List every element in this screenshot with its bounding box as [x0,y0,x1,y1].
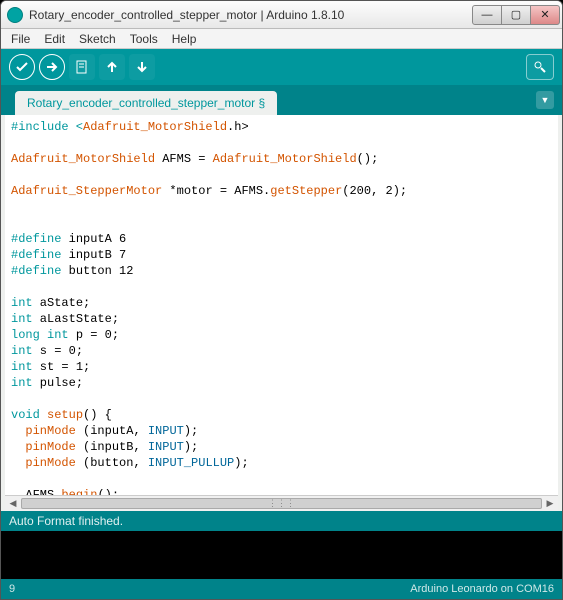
code-token: #define [11,232,61,246]
code-token: int [11,296,33,310]
title-bar[interactable]: Rotary_encoder_controlled_stepper_motor … [1,1,562,29]
code-token: ); [184,440,198,454]
file-new-icon [74,59,90,75]
arrow-right-icon [44,59,60,75]
menu-edit[interactable]: Edit [38,30,71,48]
menu-tools[interactable]: Tools [124,30,164,48]
window-title: Rotary_encoder_controlled_stepper_motor … [29,8,473,22]
code-token: pinMode [25,456,75,470]
code-token: int [40,328,69,342]
code-token: begin [61,488,97,495]
code-token: .h> [227,120,249,134]
output-console[interactable] [1,531,562,579]
code-token: (); [97,488,119,495]
close-button[interactable]: ✕ [530,5,560,25]
code-token: (inputB, [76,440,148,454]
code-token: (200, 2); [342,184,407,198]
board-port-label: Arduino Leonardo on COM16 [410,583,554,595]
code-token: AFMS = [155,152,213,166]
footer-bar: 9 Arduino Leonardo on COM16 [1,579,562,599]
code-token: Adafruit_StepperMotor [11,184,162,198]
code-token: void [11,408,40,422]
menu-bar: File Edit Sketch Tools Help [1,29,562,49]
code-token [11,424,25,438]
code-token: INPUT_PULLUP [148,456,234,470]
scrollbar-thumb[interactable]: ⋮⋮⋮ [21,498,542,509]
toolbar [1,49,562,85]
code-token: (inputA, [76,424,148,438]
code-token: INPUT [148,424,184,438]
code-token [40,408,47,422]
code-token: AFMS. [11,488,61,495]
window-controls: — ▢ ✕ [473,5,560,25]
tab-strip: Rotary_encoder_controlled_stepper_motor … [1,85,562,115]
code-token: aState; [33,296,91,310]
code-token: ); [184,424,198,438]
code-token: pulse; [33,376,83,390]
tab-sketch[interactable]: Rotary_encoder_controlled_stepper_motor … [15,91,277,115]
code-token: Adafruit_MotorShield [11,152,155,166]
editor-area: #include <Adafruit_MotorShield.h> Adafru… [1,115,562,511]
code-token: button 12 [61,264,133,278]
line-number: 9 [9,583,15,595]
arrow-down-icon [134,59,150,75]
scroll-right-icon[interactable]: ▶ [542,496,558,511]
code-token: pinMode [25,424,75,438]
check-icon [14,59,30,75]
status-message: Auto Format finished. [9,514,123,528]
code-token: setup [47,408,83,422]
chevron-down-icon: ▼ [541,95,550,105]
code-token: pinMode [25,440,75,454]
app-window: Rotary_encoder_controlled_stepper_motor … [0,0,563,600]
code-token: p = 0; [69,328,119,342]
code-token: int [11,360,33,374]
arduino-logo-icon [7,7,23,23]
minimize-button[interactable]: — [472,5,502,25]
tab-menu-button[interactable]: ▼ [536,91,554,109]
code-token: INPUT [148,440,184,454]
code-editor[interactable]: #include <Adafruit_MotorShield.h> Adafru… [5,115,558,495]
code-token: aLastState; [33,312,119,326]
code-token: Adafruit_MotorShield [83,120,227,134]
new-button[interactable] [69,54,95,80]
code-token: long [11,328,40,342]
verify-button[interactable] [9,54,35,80]
code-token: #define [11,248,61,262]
save-button[interactable] [129,54,155,80]
code-token: inputA 6 [61,232,126,246]
maximize-button[interactable]: ▢ [501,5,531,25]
code-token: st = 1; [33,360,91,374]
code-token: int [11,344,33,358]
code-token: inputB 7 [61,248,126,262]
code-token: *motor = AFMS. [162,184,270,198]
menu-sketch[interactable]: Sketch [73,30,122,48]
status-bar: Auto Format finished. [1,511,562,531]
upload-button[interactable] [39,54,65,80]
code-token: () { [83,408,112,422]
code-token: int [11,312,33,326]
open-button[interactable] [99,54,125,80]
code-token: Adafruit_MotorShield [213,152,357,166]
serial-monitor-icon [532,59,548,75]
scroll-left-icon[interactable]: ◀ [5,496,21,511]
horizontal-scrollbar[interactable]: ◀ ⋮⋮⋮ ▶ [5,495,558,511]
code-token [11,456,25,470]
code-token: (); [357,152,379,166]
menu-help[interactable]: Help [166,30,203,48]
serial-monitor-button[interactable] [526,54,554,80]
code-token: ); [234,456,248,470]
code-token: s = 0; [33,344,83,358]
arrow-up-icon [104,59,120,75]
code-token: (button, [76,456,148,470]
code-token: #define [11,264,61,278]
code-token: #include < [11,120,83,134]
code-token [11,440,25,454]
code-token: getStepper [270,184,342,198]
menu-file[interactable]: File [5,30,36,48]
code-token: int [11,376,33,390]
